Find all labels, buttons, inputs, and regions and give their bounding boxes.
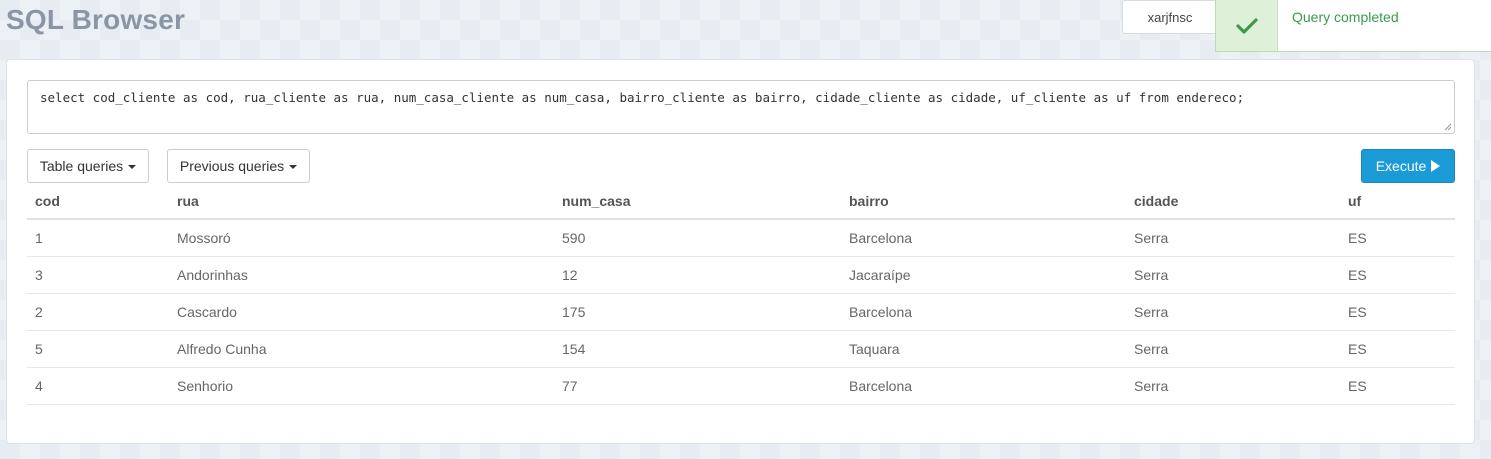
cell-cod: 1 [27, 219, 169, 257]
cell-cod: 2 [27, 293, 169, 331]
cell-uf: ES [1340, 330, 1455, 368]
sql-query-input[interactable]: select cod_cliente as cod, rua_cliente a… [27, 80, 1455, 134]
cell-bairro: Barcelona [841, 219, 1126, 257]
sql-query-text: select cod_cliente as cod, rua_cliente a… [40, 90, 1245, 105]
cell-rua: Andorinhas [169, 256, 554, 294]
cell-cod: 5 [27, 330, 169, 368]
column-header-cidade[interactable]: cidade [1126, 183, 1340, 220]
cell-cidade: Serra [1126, 256, 1340, 294]
table-queries-button[interactable]: Table queries [27, 149, 149, 183]
table-row: 5 Alfredo Cunha 154 Taquara Serra ES [27, 330, 1455, 368]
resize-grip-icon[interactable] [1444, 123, 1452, 131]
previous-queries-button[interactable]: Previous queries [167, 149, 310, 183]
cell-uf: ES [1340, 293, 1455, 331]
cell-cidade: Serra [1126, 293, 1340, 331]
cell-cidade: Serra [1126, 367, 1340, 405]
cell-uf: ES [1340, 367, 1455, 405]
cell-bairro: Barcelona [841, 367, 1126, 405]
user-name-box[interactable]: xarjfnsc [1122, 0, 1218, 34]
column-header-num-casa[interactable]: num_casa [554, 183, 841, 220]
table-row: 2 Cascardo 175 Barcelona Serra ES [27, 293, 1455, 331]
cell-cidade: Serra [1126, 219, 1340, 257]
play-icon [1431, 160, 1441, 172]
execute-button[interactable]: Execute [1361, 149, 1455, 183]
execute-label: Execute [1375, 158, 1427, 174]
cell-rua: Mossoró [169, 219, 554, 257]
cell-cod: 3 [27, 256, 169, 294]
table-row: 4 Senhorio 77 Barcelona Serra ES [27, 367, 1455, 405]
page-title: SQL Browser [6, 4, 186, 35]
cell-bairro: Taquara [841, 330, 1126, 368]
cell-bairro: Barcelona [841, 293, 1126, 331]
success-toast: Query completed [1215, 0, 1491, 52]
column-header-rua[interactable]: rua [169, 183, 554, 220]
cell-uf: ES [1340, 219, 1455, 257]
caret-down-icon [128, 165, 137, 169]
cell-cidade: Serra [1126, 330, 1340, 368]
query-panel: select cod_cliente as cod, rua_cliente a… [6, 59, 1475, 444]
column-header-uf[interactable]: uf [1340, 183, 1455, 220]
table-header-row: cod rua num_casa bairro cidade uf [27, 183, 1455, 220]
cell-rua: Alfredo Cunha [169, 330, 554, 368]
cell-num-casa: 12 [554, 256, 841, 294]
column-header-bairro[interactable]: bairro [841, 183, 1126, 220]
toast-message: Query completed [1292, 9, 1399, 25]
caret-down-icon [289, 165, 298, 169]
toast-icon-area [1216, 0, 1278, 51]
table-row: 1 Mossoró 590 Barcelona Serra ES [27, 219, 1455, 257]
column-header-cod[interactable]: cod [27, 183, 169, 220]
cell-rua: Senhorio [169, 367, 554, 405]
cell-bairro: Jacaraípe [841, 256, 1126, 294]
cell-rua: Cascardo [169, 293, 554, 331]
cell-cod: 4 [27, 367, 169, 405]
results-table: cod rua num_casa bairro cidade uf 1 Moss… [27, 183, 1455, 405]
check-icon [1235, 17, 1258, 34]
user-name: xarjfnsc [1147, 9, 1193, 25]
cell-num-casa: 590 [554, 219, 841, 257]
previous-queries-label: Previous queries [179, 158, 285, 174]
cell-uf: ES [1340, 256, 1455, 294]
table-row: 3 Andorinhas 12 Jacaraípe Serra ES [27, 256, 1455, 294]
cell-num-casa: 77 [554, 367, 841, 405]
table-queries-label: Table queries [39, 158, 124, 174]
cell-num-casa: 154 [554, 330, 841, 368]
cell-num-casa: 175 [554, 293, 841, 331]
